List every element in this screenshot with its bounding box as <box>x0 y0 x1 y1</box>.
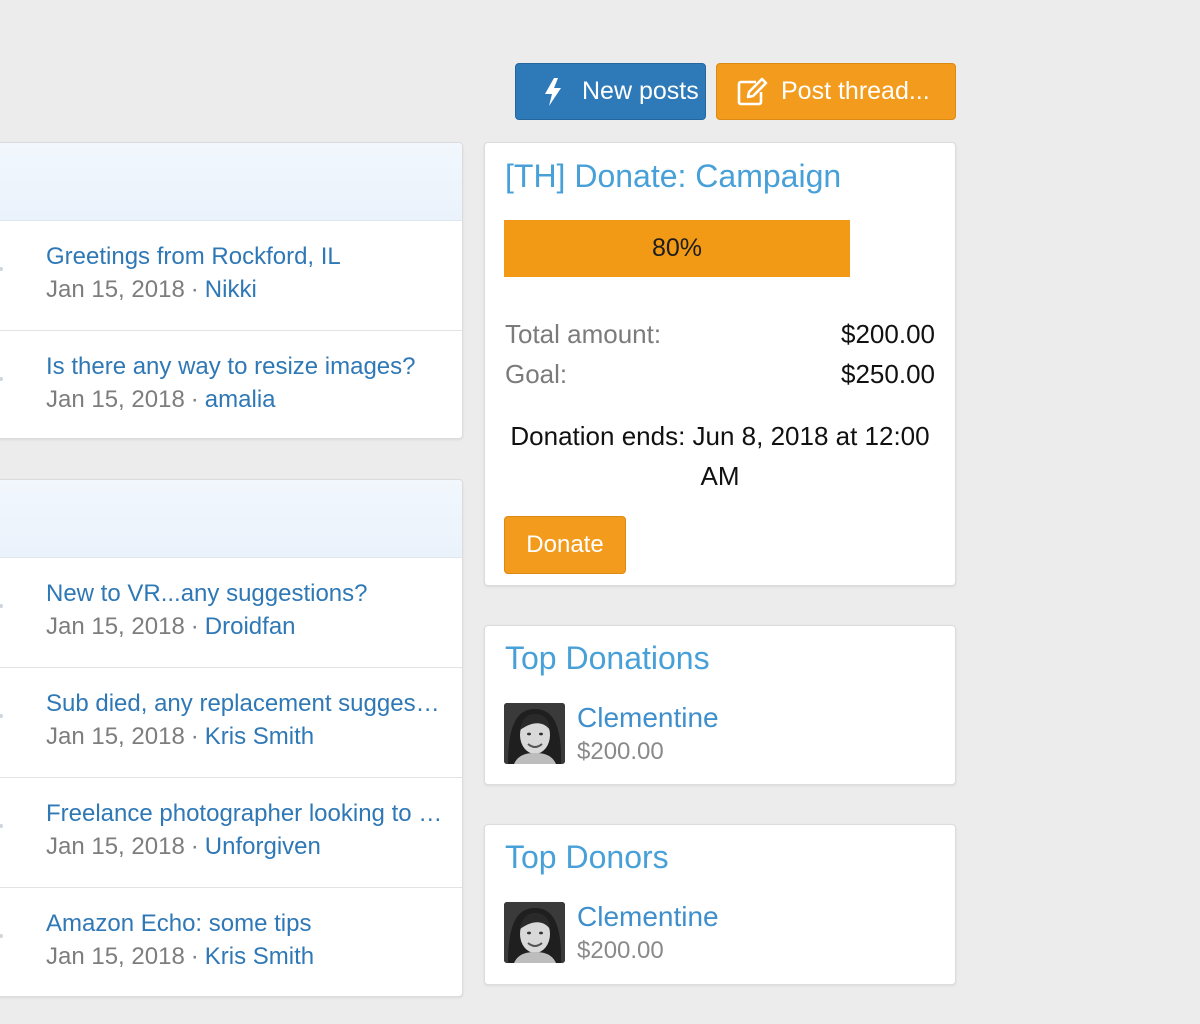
donor-entry: Clementine $200.00 <box>504 900 719 968</box>
top-donations-title: Top Donations <box>505 640 710 676</box>
goal-value: $250.00 <box>841 359 935 389</box>
edit-icon <box>735 75 769 109</box>
top-donations-widget: Top Donations Clementine $200.00 <box>484 625 956 785</box>
thread-item: Amazon Echo: some tips Jan 15, 2018 · Kris… <box>0 888 462 996</box>
donation-end-date: Donation ends: Jun 8, 2018 at 12:00 AM <box>510 421 930 491</box>
meta-separator: · <box>190 613 199 640</box>
donor-info: Clementine $200.00 <box>577 701 719 769</box>
thread-author[interactable]: amalia <box>205 386 276 413</box>
donor-amount: $200.00 <box>577 937 664 964</box>
thread-author[interactable]: Droidfan <box>205 613 296 640</box>
thread-author[interactable]: Unforgiven <box>205 833 321 860</box>
top-donors-widget: Top Donors Clementine $200.00 <box>484 824 956 985</box>
thread-title[interactable]: Sub died, any replacement suggestions? <box>46 688 444 720</box>
total-amount-row: Total amount: $200.00 <box>505 319 935 350</box>
thread-item: Is there any way to resize images? Jan 1… <box>0 331 462 438</box>
thread-author[interactable]: Kris Smith <box>205 943 314 970</box>
thread-date: Jan 15, 2018 <box>46 613 185 640</box>
thread-meta: Jan 15, 2018 · Droidfan <box>46 610 462 644</box>
thread-item: Freelance photographer looking to connec… <box>0 778 462 888</box>
thread-item: New to VR...any suggestions? Jan 15, 201… <box>0 558 462 668</box>
meta-separator: · <box>190 833 199 860</box>
donor-info: Clementine $200.00 <box>577 900 719 968</box>
donor-name[interactable]: Clementine <box>577 900 719 934</box>
thread-meta: Jan 15, 2018 · Kris Smith <box>46 940 462 974</box>
thread-meta: Jan 15, 2018 · Kris Smith <box>46 720 462 754</box>
thread-date: Jan 15, 2018 <box>46 276 185 303</box>
donation-campaign-widget: [TH] Donate: Campaign 80% Total amount: … <box>484 142 956 586</box>
thread-date: Jan 15, 2018 <box>46 833 185 860</box>
thread-title[interactable]: Greetings from Rockford, IL <box>46 241 444 273</box>
block-header <box>0 480 462 558</box>
donation-progress-bar: 80% <box>504 220 850 277</box>
post-thread-button[interactable]: Post thread... <box>716 63 956 120</box>
thread-author[interactable]: Kris Smith <box>205 723 314 750</box>
goal-label: Goal: <box>505 359 568 389</box>
thread-meta: Jan 15, 2018 · amalia <box>46 383 462 417</box>
thread-title[interactable]: New to VR...any suggestions? <box>46 578 444 610</box>
new-posts-label: New posts <box>582 77 699 105</box>
page: New posts Post thread... Greetings from … <box>0 0 1200 1024</box>
avatar[interactable] <box>504 902 565 963</box>
thread-block-1: Greetings from Rockford, IL Jan 15, 2018… <box>0 142 463 439</box>
thread-date: Jan 15, 2018 <box>46 723 185 750</box>
thread-title[interactable]: Is there any way to resize images? <box>46 351 444 383</box>
total-amount-label: Total amount: <box>505 319 662 349</box>
total-amount-value: $200.00 <box>841 319 935 349</box>
thread-date: Jan 15, 2018 <box>46 386 185 413</box>
meta-separator: · <box>190 723 199 750</box>
meta-separator: · <box>190 386 199 413</box>
thread-meta: Jan 15, 2018 · Nikki <box>46 273 462 307</box>
thread-block-2: New to VR...any suggestions? Jan 15, 201… <box>0 479 463 997</box>
donor-entry: Clementine $200.00 <box>504 701 719 769</box>
progress-label: 80% <box>651 234 703 262</box>
thread-date: Jan 15, 2018 <box>46 943 185 970</box>
donor-name[interactable]: Clementine <box>577 701 719 735</box>
post-thread-label: Post thread... <box>781 77 930 105</box>
thread-meta: Jan 15, 2018 · Unforgiven <box>46 830 462 864</box>
top-donors-title: Top Donors <box>505 839 669 875</box>
bolt-icon <box>536 75 570 109</box>
donate-button[interactable]: Donate <box>504 516 626 574</box>
donor-amount: $200.00 <box>577 738 664 765</box>
campaign-title[interactable]: [TH] Donate: Campaign <box>505 158 841 195</box>
goal-row: Goal: $250.00 <box>505 359 935 390</box>
thread-item: Sub died, any replacement suggestions? J… <box>0 668 462 778</box>
thread-author[interactable]: Nikki <box>205 276 257 303</box>
new-posts-button[interactable]: New posts <box>515 63 706 120</box>
thread-title[interactable]: Amazon Echo: some tips <box>46 908 444 940</box>
meta-separator: · <box>190 943 199 970</box>
meta-separator: · <box>190 276 199 303</box>
thread-title[interactable]: Freelance photographer looking to connec… <box>46 798 444 830</box>
block-header <box>0 143 462 221</box>
avatar[interactable] <box>504 703 565 764</box>
thread-item: Greetings from Rockford, IL Jan 15, 2018… <box>0 221 462 331</box>
